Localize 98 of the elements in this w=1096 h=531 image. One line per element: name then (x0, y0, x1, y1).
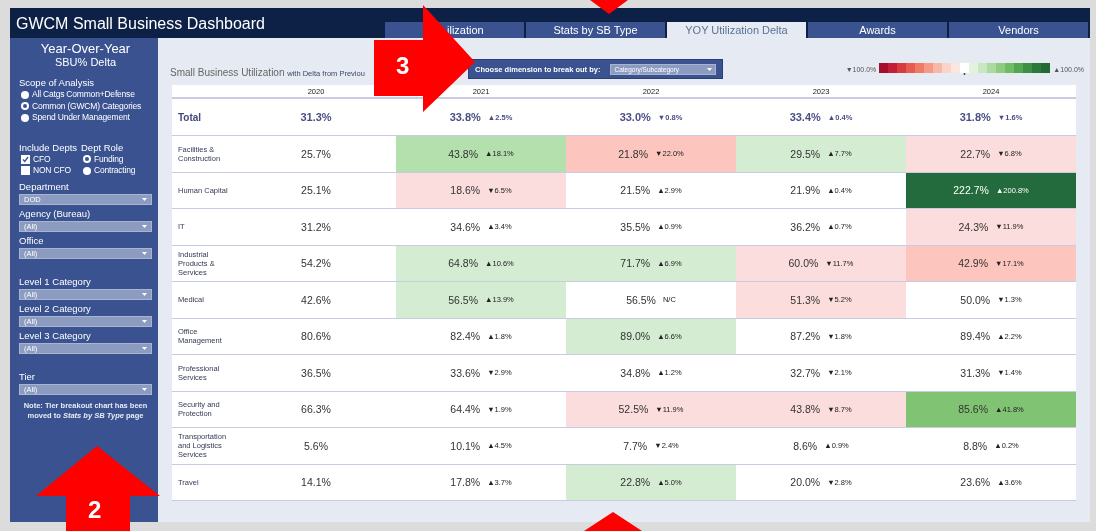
radio-icon[interactable] (21, 113, 29, 122)
cell-value: 80.6% (301, 330, 331, 343)
cell-value: 36.2% (790, 220, 821, 233)
filter-label: Level 2 Category (19, 302, 92, 315)
caret-icon (142, 346, 147, 350)
cell-value: 43.8% (790, 403, 821, 416)
cell-value: 21.5% (620, 184, 651, 197)
tab[interactable]: Stats by SB Type (526, 22, 665, 38)
caret-icon (142, 197, 147, 201)
dashboard-title: GWCM Small Business Dashboard (16, 14, 265, 34)
cell-value: 14.1% (301, 476, 331, 489)
cell-value: 64.8% (448, 257, 479, 270)
cell-value: 34.6% (450, 220, 481, 233)
cell-value: 22.7% (960, 147, 991, 160)
cell-value: 21.8% (618, 147, 649, 160)
callout-arrow (584, 512, 642, 531)
caret-icon (142, 387, 147, 391)
checkbox-option[interactable]: CFO (19, 153, 81, 165)
tab[interactable]: Vendors (949, 22, 1088, 38)
callout-number: 3 (396, 52, 410, 80)
cell-value: 222.7% (953, 184, 989, 197)
cell-value: 42.9% (958, 257, 989, 270)
cell-value: 31.2% (301, 220, 331, 233)
cell-value: 33.8% (449, 111, 481, 123)
cell-value: 33.4% (789, 111, 821, 123)
checkbox-icon[interactable] (21, 154, 30, 164)
radio-icon[interactable] (83, 166, 91, 175)
cell-value: 43.8% (448, 147, 479, 160)
cell-value: 29.5% (790, 147, 821, 160)
filter-label: Include Depts (19, 141, 79, 154)
cell-value: 31.8% (959, 111, 991, 123)
caret-icon (142, 251, 147, 255)
cell-value: 35.5% (620, 220, 651, 233)
cell-value: 10.1% (450, 439, 481, 452)
cell-value: 31.3% (300, 111, 332, 123)
cell-value: 24.3% (958, 220, 989, 233)
caret-icon (142, 319, 147, 323)
cell-value: 23.6% (960, 476, 991, 489)
radio-option[interactable]: Contracting (81, 165, 152, 177)
filter-label: Level 1 Category (19, 275, 92, 288)
cell-value: 33.6% (450, 366, 481, 379)
radio-option[interactable]: Spend Under Management (19, 112, 152, 124)
cell-value: 56.5% (448, 293, 479, 306)
cell-value: 21.9% (790, 184, 821, 197)
caret-icon (142, 292, 147, 296)
cell-value: 56.5% (626, 293, 656, 306)
cell-value: 89.4% (960, 330, 991, 343)
sidebar-heading: Year-Over-Year (39, 42, 132, 56)
filter-label: Tier (19, 370, 36, 383)
filter-label: Department (19, 180, 70, 193)
cell-value: 17.8% (450, 476, 481, 489)
cell-value: 60.0% (788, 257, 819, 270)
radio-icon[interactable] (83, 155, 91, 164)
checkbox-option[interactable]: NON CFO (19, 165, 81, 177)
sidebar-subheading: SBU% Delta (53, 56, 118, 68)
filter-label: Dept Role (81, 141, 125, 154)
cell-value: 87.2% (790, 330, 821, 343)
cell-value: 31.3% (960, 366, 991, 379)
cell-value: 51.3% (790, 293, 821, 306)
caret-icon (707, 67, 713, 71)
cell-value: 25.7% (301, 147, 331, 160)
radio-option[interactable]: Common (GWCM) Categories (19, 100, 152, 112)
cell-value: 89.0% (620, 330, 651, 343)
cell-value: 33.0% (619, 111, 651, 123)
cell-value: 64.4% (450, 403, 481, 416)
tab[interactable]: YOY Utilization Delta (667, 22, 806, 38)
cell-value: 8.8% (963, 439, 988, 452)
cell-value: 5.6% (304, 439, 328, 452)
cell-value: 85.6% (958, 403, 989, 416)
cell-value: 34.8% (620, 366, 651, 379)
radio-icon[interactable] (21, 102, 29, 111)
tab[interactable]: Awards (808, 22, 947, 38)
cell-value: 8.6% (793, 439, 818, 452)
callout-number: 2 (88, 496, 102, 524)
checkbox-icon[interactable] (21, 166, 30, 176)
cell-value: 25.1% (301, 184, 331, 197)
cell-value: 71.7% (620, 257, 651, 270)
cell-value: 82.4% (450, 330, 481, 343)
caret-icon (142, 224, 147, 228)
cell-value: 32.7% (790, 366, 821, 379)
cell-value: 52.5% (618, 403, 649, 416)
cell-value: 18.6% (450, 184, 481, 197)
cell-value: 36.5% (301, 366, 331, 379)
cell-value: 20.0% (790, 476, 821, 489)
cell-value: 54.2% (301, 257, 331, 270)
filter-label: Office (19, 234, 45, 247)
cell-value: 7.7% (623, 439, 648, 452)
filter-label: Agency (Bureau) (19, 207, 92, 220)
callout-arrow (590, 0, 628, 14)
cell-value: 22.8% (620, 476, 651, 489)
cell-value: 50.0% (960, 293, 991, 306)
radio-icon[interactable] (21, 90, 29, 99)
filter-label: Scope of Analysis (19, 77, 95, 89)
cell-value: 66.3% (301, 403, 331, 416)
radio-option[interactable]: All Catgs Common+Defense (19, 89, 152, 101)
cell-value: 42.6% (301, 293, 331, 306)
filter-label: Level 3 Category (19, 329, 92, 342)
radio-option[interactable]: Funding (81, 153, 152, 165)
